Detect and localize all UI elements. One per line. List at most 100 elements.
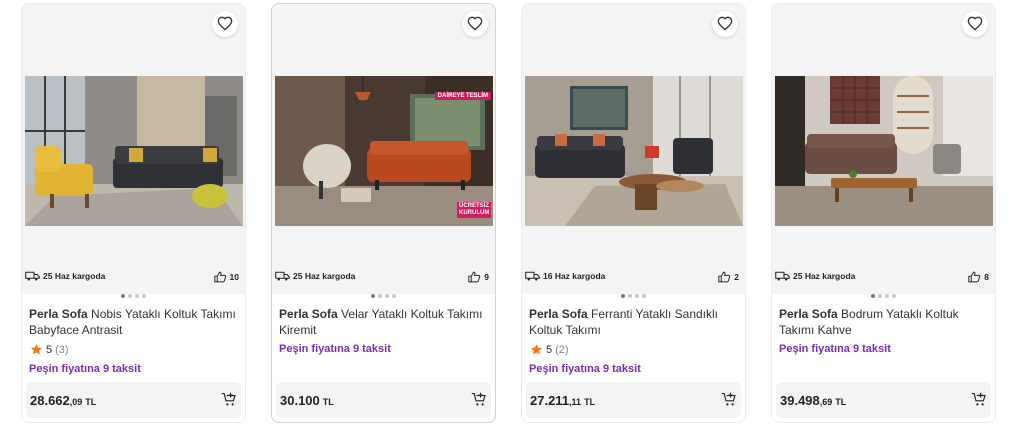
product-image[interactable] — [25, 76, 243, 226]
product-brand: Perla Sofa — [779, 307, 838, 321]
truck-icon — [25, 271, 40, 281]
star-icon — [30, 344, 43, 355]
product-card[interactable]: 25 Haz kargoda 10 Perla Sofa Nobis Yatak… — [21, 3, 246, 423]
price-decimal: ,09 — [69, 397, 83, 407]
favorite-button[interactable] — [962, 11, 988, 37]
product-brand: Perla Sofa — [529, 307, 588, 321]
installment-info: Peşin fiyatına 9 taksit — [529, 363, 641, 375]
price-bar: 28.662 ,09 TL — [26, 382, 241, 418]
add-to-cart-icon[interactable] — [971, 392, 987, 408]
carousel-dot[interactable] — [871, 294, 875, 298]
like-count-text: 10 — [229, 272, 239, 282]
price-currency: TL — [322, 397, 334, 407]
shipping-text: 25 Haz kargoda — [293, 271, 356, 281]
truck-icon — [275, 271, 290, 281]
shipping-info: 25 Haz kargoda — [775, 270, 855, 282]
favorite-button[interactable] — [712, 11, 738, 37]
product-media[interactable]: 25 Haz kargoda 10 — [22, 4, 245, 294]
badge-apartment-delivery: DAİREYE TESLİM — [434, 92, 491, 100]
thumbs-up-icon — [718, 271, 731, 283]
rating-score: 5 — [546, 343, 553, 356]
price-currency: TL — [835, 397, 847, 407]
product-image[interactable]: DAİREYE TESLİM ÜCRETSİZ KURULUM — [275, 76, 493, 226]
product-rating[interactable]: 5 (3) — [30, 343, 69, 356]
carousel-dot[interactable] — [385, 294, 389, 298]
product-price: 27.211 ,11 TL — [530, 393, 595, 408]
price-integer: 27.211 — [530, 393, 570, 408]
price-currency: TL — [85, 397, 97, 407]
image-carousel-dots[interactable] — [522, 294, 745, 298]
price-decimal: ,11 — [569, 397, 582, 407]
carousel-dot[interactable] — [892, 294, 896, 298]
add-to-cart-icon[interactable] — [221, 392, 237, 408]
product-media[interactable]: 16 Haz kargoda 2 — [522, 4, 745, 294]
carousel-dot[interactable] — [878, 294, 882, 298]
product-rating[interactable]: 5 (2) — [530, 343, 569, 356]
price-bar: 39.498 ,69 TL — [776, 382, 991, 418]
carousel-dot[interactable] — [621, 294, 625, 298]
price-decimal: ,69 — [819, 397, 833, 407]
carousel-dot[interactable] — [392, 294, 396, 298]
product-image[interactable] — [775, 76, 993, 226]
add-to-cart-icon[interactable] — [721, 392, 737, 408]
like-count: 2 — [718, 271, 739, 283]
favorite-button[interactable] — [462, 11, 488, 37]
carousel-dot[interactable] — [142, 294, 146, 298]
thumbs-up-icon — [968, 271, 981, 283]
thumbs-up-icon — [213, 271, 226, 283]
heart-outline-icon — [467, 16, 483, 31]
product-card[interactable]: 16 Haz kargoda 2 Perla Sofa Ferranti Yat… — [521, 3, 746, 423]
carousel-dot[interactable] — [885, 294, 889, 298]
product-title[interactable]: Perla Sofa Velar Yataklı Koltuk Takımı K… — [279, 306, 489, 338]
like-count: 10 — [213, 271, 239, 283]
image-carousel-dots[interactable] — [22, 294, 245, 298]
shipping-info: 25 Haz kargoda — [275, 270, 355, 282]
carousel-dot[interactable] — [135, 294, 139, 298]
shipping-text: 16 Haz kargoda — [543, 271, 606, 281]
product-title[interactable]: Perla Sofa Ferranti Yataklı Sandıklı Kol… — [529, 306, 739, 338]
image-carousel-dots[interactable] — [772, 294, 995, 298]
heart-outline-icon — [717, 16, 733, 31]
installment-info: Peşin fiyatına 9 taksit — [29, 363, 141, 375]
carousel-dot[interactable] — [635, 294, 639, 298]
like-count: 9 — [468, 271, 489, 283]
product-title[interactable]: Perla Sofa Nobis Yataklı Koltuk Takımı B… — [29, 306, 239, 338]
product-brand: Perla Sofa — [279, 307, 338, 321]
carousel-dot[interactable] — [378, 294, 382, 298]
installment-info: Peşin fiyatına 9 taksit — [279, 343, 391, 355]
image-carousel-dots[interactable] — [272, 294, 495, 298]
product-card[interactable]: 25 Haz kargoda 8 Perla Sofa Bodrum Yatak… — [771, 3, 996, 423]
price-integer: 30.100 — [280, 393, 320, 408]
shipping-info: 25 Haz kargoda — [25, 270, 105, 282]
heart-outline-icon — [217, 16, 233, 31]
truck-icon — [775, 271, 790, 281]
star-icon — [530, 344, 543, 355]
add-to-cart-icon[interactable] — [471, 392, 487, 408]
product-title[interactable]: Perla Sofa Bodrum Yataklı Koltuk Takımı … — [779, 306, 989, 338]
product-media[interactable]: 25 Haz kargoda 8 — [772, 4, 995, 294]
product-price: 28.662 ,09 TL — [30, 393, 96, 408]
favorite-button[interactable] — [212, 11, 238, 37]
product-brand: Perla Sofa — [29, 307, 88, 321]
price-currency: TL — [584, 397, 596, 407]
product-image[interactable] — [525, 76, 743, 226]
installment-info: Peşin fiyatına 9 taksit — [779, 343, 891, 355]
badge-free-installation: ÜCRETSİZ KURULUM — [457, 202, 491, 218]
shipping-text: 25 Haz kargoda — [43, 271, 106, 281]
carousel-dot[interactable] — [628, 294, 632, 298]
product-media[interactable]: DAİREYE TESLİM ÜCRETSİZ KURULUM 25 Haz k… — [272, 4, 495, 294]
thumbs-up-icon — [468, 271, 481, 283]
price-integer: 39.498 — [780, 393, 820, 408]
product-price: 39.498 ,69 TL — [780, 393, 846, 408]
heart-outline-icon — [967, 16, 983, 31]
carousel-dot[interactable] — [128, 294, 132, 298]
product-card[interactable]: DAİREYE TESLİM ÜCRETSİZ KURULUM 25 Haz k… — [271, 3, 496, 423]
carousel-dot[interactable] — [371, 294, 375, 298]
rating-score: 5 — [46, 343, 53, 356]
like-count-text: 2 — [734, 272, 739, 282]
carousel-dot[interactable] — [121, 294, 125, 298]
price-bar: 27.211 ,11 TL — [526, 382, 741, 418]
shipping-info: 16 Haz kargoda — [525, 270, 605, 282]
rating-count: (2) — [555, 343, 569, 356]
carousel-dot[interactable] — [642, 294, 646, 298]
